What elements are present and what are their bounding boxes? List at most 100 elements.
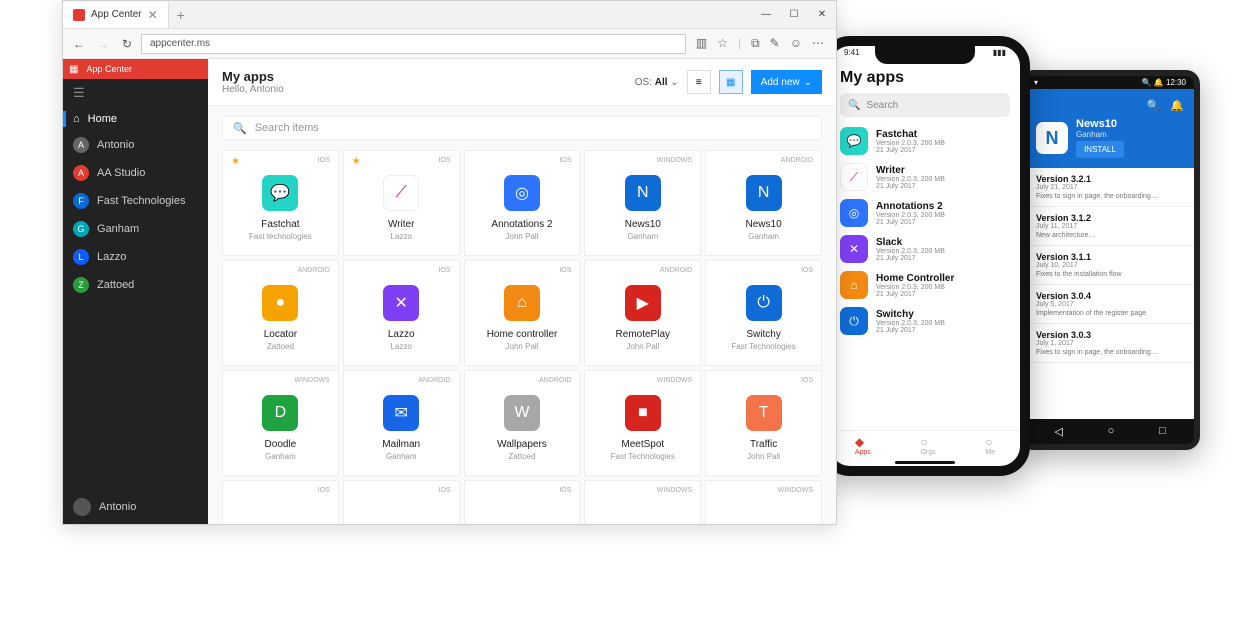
app-card[interactable]: ANDROID▶RemotePlayJohn Pall	[584, 260, 701, 366]
app-card[interactable]: iOS★⟋WriterLazzo	[343, 150, 460, 256]
ios-app-item[interactable]: 💬FastchatVersion 2.0.3, 200 MB21 July 20…	[840, 123, 1010, 159]
os-badge: iOS	[318, 157, 330, 164]
app-name: Locator	[264, 329, 297, 340]
search-input[interactable]: 🔍 Search items	[222, 116, 822, 140]
sidebar-item[interactable]: G Ganham	[63, 215, 208, 243]
home-icon[interactable]: ○	[1108, 425, 1115, 438]
app-publisher: Lazzo	[391, 232, 412, 241]
bell-icon: 🔔	[1154, 78, 1164, 87]
app-card[interactable]: ANDROIDWWallpapersZattoed	[464, 370, 581, 476]
refresh-button[interactable]: ↻	[117, 37, 137, 51]
search-icon[interactable]: 🔍	[1147, 99, 1161, 112]
android-version-list[interactable]: Version 3.2.1July 21, 2017Fixes to sign …	[1026, 168, 1194, 419]
sidebar-item[interactable]: AAA Studio	[63, 159, 208, 187]
app-card[interactable]: iOS✕LazzoLazzo	[343, 260, 460, 366]
os-badge: iOS	[318, 487, 330, 494]
ios-app-item[interactable]: ◎Annotations 2Version 2.0.3, 200 MB21 Ju…	[840, 195, 1010, 231]
ios-app-item[interactable]: ⏻SwitchyVersion 2.0.3, 200 MB21 July 201…	[840, 303, 1010, 339]
search-placeholder: Search items	[255, 122, 319, 134]
app-card[interactable]: iOS⏻SwitchyFast Technologies	[705, 260, 822, 366]
app-card[interactable]: iOS★💬FastchatFast technologies	[222, 150, 339, 256]
grid-view-button[interactable]: ▦	[719, 70, 743, 94]
android-version-item[interactable]: Version 3.0.3July 1, 2017Fixes to sign i…	[1026, 324, 1194, 363]
sidebar-item[interactable]: AAntonio	[63, 131, 208, 159]
app-icon: ✉	[383, 395, 419, 431]
sidebar-item-label: Ganham	[97, 223, 139, 235]
new-tab-button[interactable]: +	[169, 7, 193, 23]
app-card[interactable]: ANDROID●LocatorZattoed	[222, 260, 339, 366]
close-tab-icon[interactable]: ✕	[148, 8, 158, 22]
os-badge: iOS	[439, 487, 451, 494]
hub-icon[interactable]: ⧉	[751, 36, 760, 51]
sidebar-item[interactable]: FFast Technologies	[63, 187, 208, 215]
notes-icon[interactable]: ✎	[770, 36, 780, 51]
back-icon[interactable]: ◁	[1054, 425, 1062, 438]
ios-app-list[interactable]: 💬FastchatVersion 2.0.3, 200 MB21 July 20…	[840, 123, 1010, 339]
sidebar-item[interactable]: ZZattoed	[63, 271, 208, 299]
app-card[interactable]: WINDOWSDDoodleGanham	[222, 370, 339, 476]
sidebar-item-label: AA Studio	[97, 167, 145, 179]
ios-tab[interactable]: ○Me	[985, 435, 995, 456]
sidebar-item[interactable]: LLazzo	[63, 243, 208, 271]
org-icon: G	[73, 221, 89, 237]
sidebar-footer-user[interactable]: Antonio	[63, 490, 208, 524]
app-card[interactable]: WINDOWS	[584, 480, 701, 524]
app-card[interactable]: ANDROIDNNews10Ganham	[705, 150, 822, 256]
bell-icon[interactable]: 🔔	[1170, 99, 1184, 112]
list-view-button[interactable]: ≡	[687, 70, 711, 94]
app-publisher: Zattoed	[267, 342, 294, 351]
android-version-item[interactable]: Version 3.1.1July 10, 2017Fixes to the i…	[1026, 246, 1194, 285]
app-card[interactable]: ANDROID✉MailmanGanham	[343, 370, 460, 476]
ios-app-item[interactable]: ✕SlackVersion 2.0.3, 200 MB21 July 2017	[840, 231, 1010, 267]
sidebar-item-label: Lazzo	[97, 251, 126, 263]
os-filter[interactable]: OS: All ⌄	[635, 77, 679, 88]
app-icon: N	[1036, 122, 1068, 154]
ios-tab-bar: ◆Apps ○Orgs ○Me	[830, 430, 1020, 460]
android-version-item[interactable]: Version 3.2.1July 21, 2017Fixes to sign …	[1026, 168, 1194, 207]
favorite-icon[interactable]: ☆	[717, 36, 728, 51]
ios-app-item[interactable]: ⟋WriterVersion 2.0.3, 200 MB21 July 2017	[840, 159, 1010, 195]
android-version-item[interactable]: Version 3.0.4July 5, 2017Implementation …	[1026, 285, 1194, 324]
app-card[interactable]: WINDOWSNNews10Ganham	[584, 150, 701, 256]
url-text: appcenter.ms	[150, 38, 210, 49]
app-name: Wallpapers	[497, 439, 547, 450]
address-bar[interactable]: appcenter.ms	[141, 34, 686, 54]
app-card[interactable]: iOS◎Annotations 2John Pall	[464, 150, 581, 256]
android-version-item[interactable]: Version 3.1.2July 11, 2017New architectu…	[1026, 207, 1194, 246]
ios-tab[interactable]: ◆Apps	[855, 435, 871, 456]
reading-view-icon[interactable]: ▥	[696, 36, 707, 51]
recents-icon[interactable]: □	[1159, 425, 1166, 438]
close-window-button[interactable]: ✕	[808, 9, 836, 20]
app-card[interactable]: WINDOWS	[705, 480, 822, 524]
ios-app-name: Home Controller	[876, 273, 1010, 284]
minimize-button[interactable]: —	[752, 9, 780, 20]
app-icon: ⌂	[840, 271, 868, 299]
sidebar-item-label: Antonio	[97, 139, 134, 151]
app-card[interactable]: WINDOWS■MeetSpotFast Technologies	[584, 370, 701, 476]
ios-search[interactable]: 🔍 Search	[840, 93, 1010, 117]
os-badge: iOS	[559, 157, 571, 164]
forward-button[interactable]: →	[93, 37, 113, 51]
ios-app-meta: Version 2.0.3, 200 MB	[876, 284, 1010, 291]
maximize-button[interactable]: ☐	[780, 9, 808, 20]
app-card[interactable]: iOS	[464, 480, 581, 524]
menu-toggle-icon[interactable]: ☰	[63, 79, 208, 107]
browser-tab[interactable]: App Center ✕	[63, 2, 169, 28]
battery-icon: ▮▮▮	[993, 48, 1006, 57]
add-new-button[interactable]: Add new ⌄	[751, 70, 822, 94]
more-icon[interactable]: ⋯	[812, 36, 824, 51]
app-card[interactable]: iOS	[222, 480, 339, 524]
app-card[interactable]: iOS	[343, 480, 460, 524]
sidebar-item-home[interactable]: ⌂ Home	[63, 107, 208, 131]
iphone: 9:41 ▮▮▮ My apps 🔍 Search 💬FastchatVersi…	[820, 36, 1030, 476]
brand-icon: ▦	[69, 64, 78, 75]
install-button[interactable]: INSTALL	[1076, 141, 1124, 158]
app-publisher: Fast technologies	[249, 232, 312, 241]
app-card[interactable]: iOSTTrafficJohn Pall	[705, 370, 822, 476]
app-card[interactable]: iOS⌂Home controllerJohn Pall	[464, 260, 581, 366]
face-icon[interactable]: ☺	[790, 36, 802, 51]
ios-app-item[interactable]: ⌂Home ControllerVersion 2.0.3, 200 MB21 …	[840, 267, 1010, 303]
sidebar-user-label: Antonio	[99, 501, 136, 513]
back-button[interactable]: ←	[69, 37, 89, 51]
ios-tab[interactable]: ○Orgs	[921, 435, 936, 456]
